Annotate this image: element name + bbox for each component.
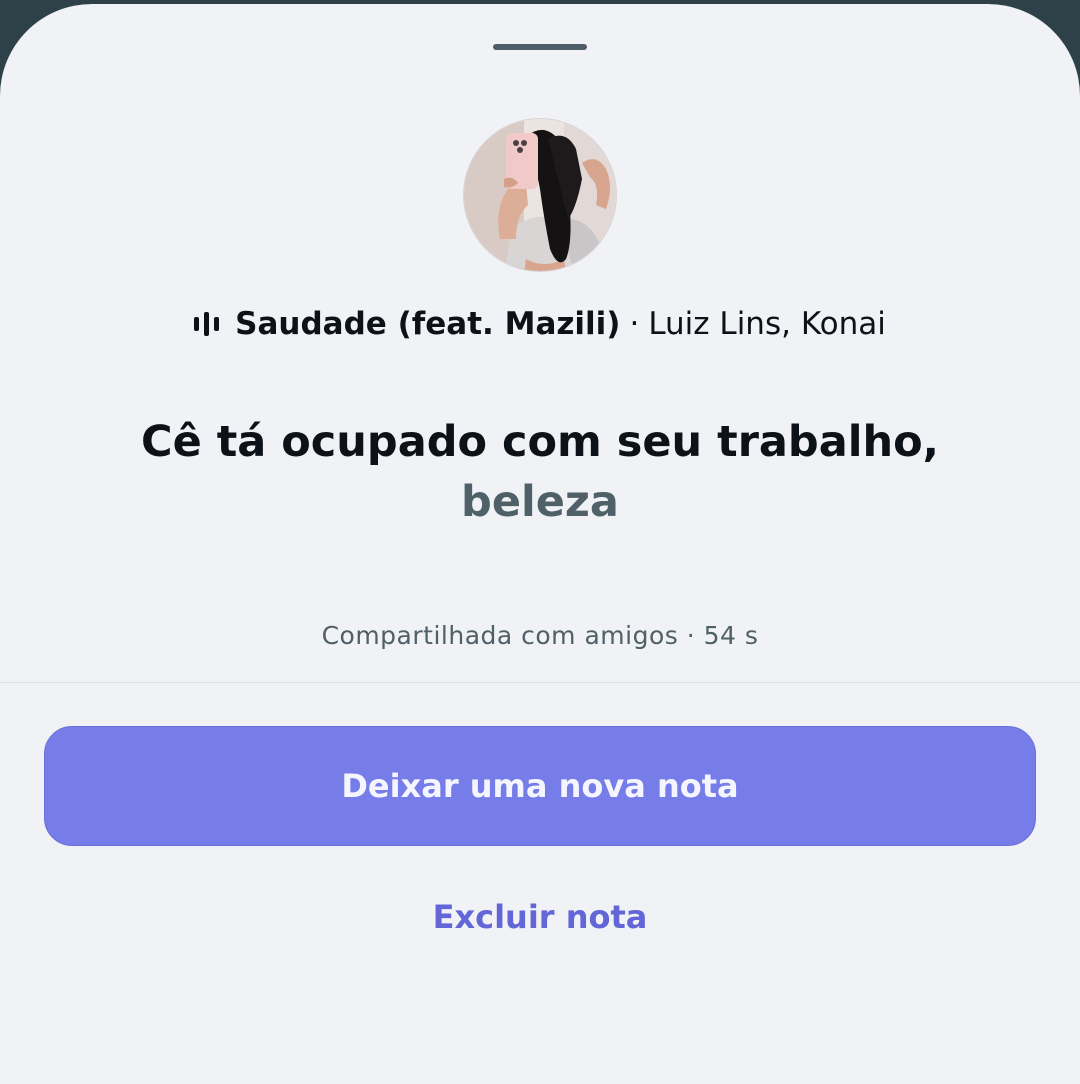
- audio-waveform-icon: [194, 312, 220, 336]
- avatar-photo: [464, 119, 616, 271]
- note-lyric-next-line: beleza: [461, 477, 619, 527]
- leave-new-note-button[interactable]: Deixar uma nova nota: [44, 726, 1036, 846]
- delete-note-button[interactable]: Excluir nota: [0, 898, 1080, 936]
- note-lyric-line: Cê tá ocupado com seu trabalho,: [141, 417, 939, 467]
- drag-handle[interactable]: [493, 44, 587, 50]
- song-artists: Luiz Lins, Konai: [648, 306, 886, 342]
- divider: [0, 682, 1080, 683]
- avatar[interactable]: [463, 118, 617, 272]
- note-bottom-sheet: Saudade (feat. Mazili) · Luiz Lins, Kona…: [0, 4, 1080, 1084]
- note-text: Cê tá ocupado com seu trabalho, beleza: [60, 412, 1020, 532]
- song-separator: ·: [629, 306, 640, 342]
- song-title: Saudade (feat. Mazili): [235, 306, 621, 342]
- song-info[interactable]: Saudade (feat. Mazili) · Luiz Lins, Kona…: [0, 302, 1080, 346]
- shared-status: Compartilhada com amigos · 54 s: [321, 621, 759, 650]
